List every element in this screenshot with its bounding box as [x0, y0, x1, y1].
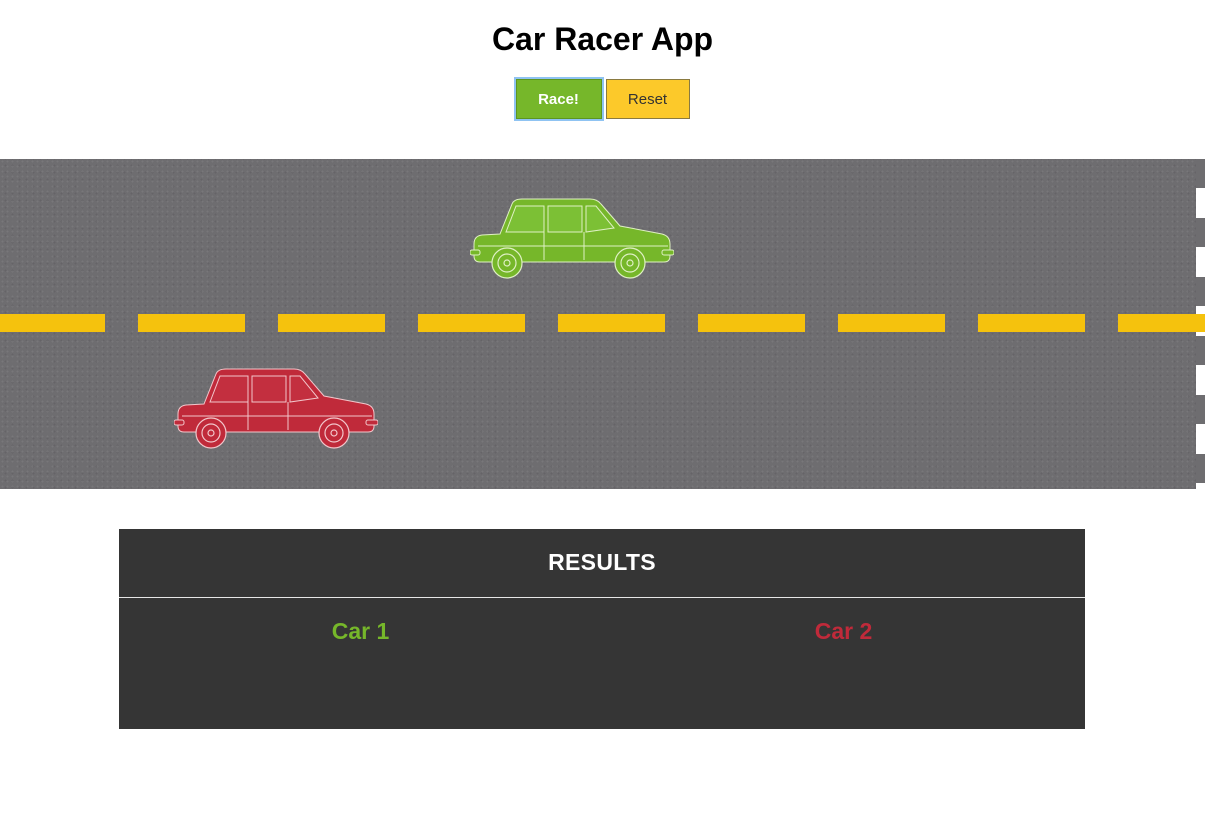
lane-dash: [1118, 314, 1205, 332]
car-2-icon: [174, 368, 378, 449]
lane-dash: [978, 314, 1085, 332]
results-heading: RESULTS: [119, 529, 1085, 598]
race-button[interactable]: Race!: [513, 77, 604, 121]
lane-dash: [418, 314, 525, 332]
reset-button[interactable]: Reset: [605, 79, 690, 119]
lane-dash: [558, 314, 665, 332]
controls-bar: Race! Reset: [0, 77, 1205, 121]
results-columns: Car 1 Car 2: [119, 598, 1085, 645]
lane-dash: [278, 314, 385, 332]
lane-dash: [0, 314, 105, 332]
page: Car Racer App Race! Reset RESULTS Car 1 …: [0, 0, 1205, 821]
lane-dash: [698, 314, 805, 332]
lane-dash: [138, 314, 245, 332]
car-1-icon: [470, 198, 674, 279]
result-car-1-label: Car 1: [331, 618, 390, 644]
result-car-2-label: Car 2: [814, 618, 873, 644]
lane-dash: [838, 314, 945, 332]
results-panel: RESULTS Car 1 Car 2: [119, 529, 1085, 729]
lane-divider: [0, 314, 1205, 332]
page-title: Car Racer App: [491, 21, 714, 57]
